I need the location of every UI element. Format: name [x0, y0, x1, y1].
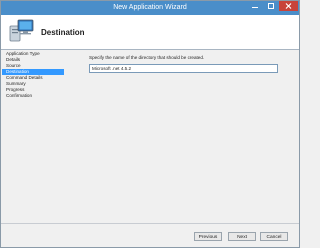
maximize-icon: [268, 3, 274, 9]
wizard-window: New Application Wizard Destination Appli…: [0, 0, 300, 248]
wizard-footer: Previous Next Cancel: [1, 223, 299, 247]
wizard-computer-icon: [9, 19, 34, 42]
close-icon: [285, 3, 292, 9]
close-button[interactable]: [279, 1, 298, 11]
wizard-steps-sidebar: Application Type Details Source Destinat…: [2, 51, 64, 247]
wizard-header: Destination: [1, 15, 299, 50]
directory-prompt: Specify the name of the directory that s…: [89, 55, 205, 60]
title-bar[interactable]: New Application Wizard: [1, 1, 299, 15]
maximize-button[interactable]: [263, 1, 279, 11]
minimize-icon: [252, 7, 258, 8]
step-confirmation: Confirmation: [6, 93, 33, 98]
previous-button[interactable]: Previous: [194, 232, 222, 241]
cancel-button[interactable]: Cancel: [260, 232, 288, 241]
destination-panel: Specify the name of the directory that s…: [65, 51, 298, 223]
directory-name-input[interactable]: [89, 64, 278, 73]
page-heading: Destination: [41, 28, 85, 37]
next-button[interactable]: Next: [228, 232, 256, 241]
minimize-button[interactable]: [247, 1, 263, 11]
